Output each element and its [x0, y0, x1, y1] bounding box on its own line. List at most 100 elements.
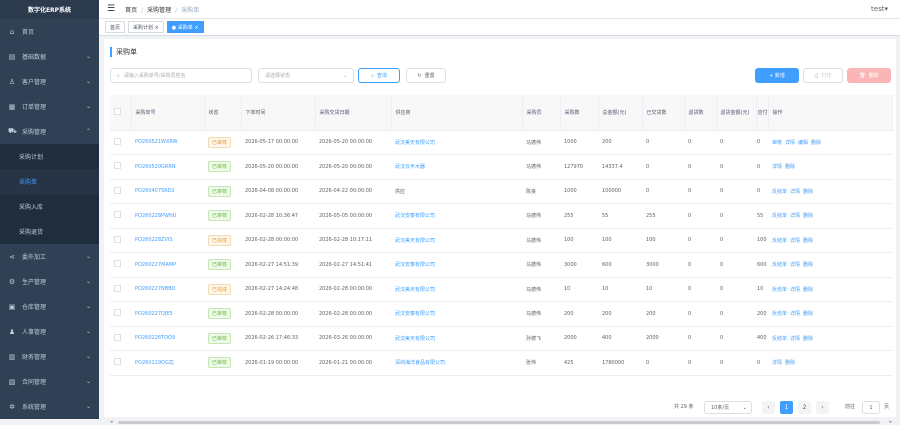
action-link[interactable]: 删除 [785, 164, 795, 170]
status-select[interactable]: 请选择状态 ⌄ [258, 68, 354, 83]
sidebar-item-money[interactable]: ▥ 财务管理 ⌄ [0, 344, 99, 369]
action-link[interactable]: 反结单 [772, 311, 787, 317]
prev-page-button[interactable]: ‹ [762, 401, 775, 414]
print-button[interactable]: ⎙ 打印 [803, 68, 843, 83]
action-link[interactable]: 删除 [785, 360, 795, 366]
sidebar-item-contract[interactable]: ▧ 合同管理 ⌄ [0, 369, 99, 394]
tag-home[interactable]: 首页 [105, 21, 126, 33]
horizontal-scrollbar[interactable]: ◂ ▸ [110, 419, 892, 425]
sidebar-item-database[interactable]: ▤ 基础数据 ⌄ [0, 44, 99, 69]
action-link[interactable]: 反结单 [772, 336, 787, 342]
action-link[interactable]: 详情 [790, 311, 800, 317]
sidebar-item-cart[interactable]: ⛟ 采购管理 ⌃ [0, 119, 99, 144]
row-checkbox[interactable] [110, 277, 131, 302]
sidebar-subitem-2[interactable]: 采购入库 [0, 194, 99, 219]
row-checkbox[interactable] [110, 350, 131, 376]
supplier-cell[interactable]: 武汉安泰有限公司 [391, 203, 522, 229]
action-link[interactable]: 反结单 [772, 238, 787, 244]
table-row[interactable]: PO260521WXRW 已审核 2026-05-17 00:00:00 2026-0… [110, 130, 892, 155]
search-input[interactable]: ⌕ 请输入采购单号/采购员姓名 [110, 68, 252, 83]
action-link[interactable]: 详情 [772, 360, 782, 366]
action-link[interactable]: 审核 [772, 140, 782, 146]
supplier-cell[interactable]: 武汉安泰有限公司 [391, 301, 522, 327]
supplier-cell[interactable]: 武汉美天有限公司 [391, 228, 522, 253]
action-link[interactable]: 详情 [790, 287, 800, 293]
table-row[interactable]: PO260227DJE5 已审核 2026-02-28 00:00:00 2026-0… [110, 301, 892, 327]
page-1-button[interactable]: 1 [780, 401, 793, 414]
select-all-checkbox[interactable] [110, 95, 132, 131]
sidebar-item-settings[interactable]: ✲ 系统管理 ⌄ [0, 394, 99, 419]
page-2-button[interactable]: 2 [798, 401, 811, 414]
breadcrumb-purchase[interactable]: 采购管理 [147, 7, 171, 14]
next-page-button[interactable]: › [816, 401, 829, 414]
order-no-link[interactable]: PO260119OGZJ [131, 350, 204, 376]
supplier-cell[interactable]: 武汉安泰有限公司 [391, 252, 522, 278]
action-link[interactable]: 反结单 [772, 213, 787, 219]
supplier-cell[interactable]: 武汉美天有限公司 [391, 277, 522, 302]
order-no-link[interactable]: PO260227NBBD [131, 277, 204, 302]
tag-purchase-plan[interactable]: 采购计划 × [128, 21, 164, 33]
table-row[interactable]: PO260119OGZJ 已审核 2026-01-19 00:00:00 2026-0… [110, 350, 892, 376]
sidebar-item-home[interactable]: ⌂ 首页 [0, 19, 99, 44]
order-no-link[interactable]: PO260228PWNU [131, 203, 204, 229]
table-row[interactable]: PO260228PWNU 已审核 2026-02-28 10:36:47 2026-0… [110, 203, 892, 229]
action-link[interactable]: 删除 [803, 262, 813, 268]
row-checkbox[interactable] [110, 252, 131, 278]
table-row[interactable]: PO260226TOO9 已审核 2026-02-26 17:46:33 2026-0… [110, 326, 892, 351]
goto-page-input[interactable]: 1 [862, 401, 880, 414]
table-row[interactable]: PO260227MAMP 已审核 2026-02-27 14:51:39 2026-0… [110, 252, 892, 278]
hamburger-icon[interactable]: ☰ [107, 4, 115, 14]
action-link[interactable]: 删除 [803, 189, 813, 195]
row-checkbox[interactable] [110, 154, 131, 180]
action-link[interactable]: 删除 [811, 140, 821, 146]
row-checkbox[interactable] [110, 326, 131, 351]
action-link[interactable]: 详情 [790, 262, 800, 268]
page-size-select[interactable]: 10条/页 ⌄ [704, 401, 752, 414]
action-link[interactable]: 详情 [790, 238, 800, 244]
order-no-link[interactable]: PO260521WXRW [131, 130, 204, 155]
tag-purchase-order[interactable]: ● 采购单 × [166, 21, 204, 33]
query-button[interactable]: ⌕ 查询 [358, 68, 400, 83]
action-link[interactable]: 编辑 [798, 140, 808, 146]
row-checkbox[interactable] [110, 228, 131, 253]
action-link[interactable]: 删除 [803, 287, 813, 293]
order-no-link[interactable]: PO260407SRD2 [131, 179, 204, 204]
table-row[interactable]: PO260520GRRN 已审核 2026-05-20 00:00:00 2026-0… [110, 154, 892, 180]
sidebar-subitem-1[interactable]: 采购单 [0, 169, 99, 194]
sidebar-item-user[interactable]: ♙ 客户管理 ⌄ [0, 69, 99, 94]
delete-button[interactable]: 🗑 删除 [847, 68, 891, 83]
sidebar-item-gear[interactable]: ⚙ 生产管理 ⌄ [0, 269, 99, 294]
action-link[interactable]: 删除 [803, 213, 813, 219]
sidebar-subitem-3[interactable]: 采购退货 [0, 219, 99, 244]
action-link[interactable]: 反结单 [772, 262, 787, 268]
breadcrumb-home[interactable]: 首页 [125, 7, 137, 14]
action-link[interactable]: 详情 [785, 140, 795, 146]
reset-button[interactable]: ↻ 重置 [406, 68, 446, 83]
action-link[interactable]: 详情 [790, 213, 800, 219]
row-checkbox[interactable] [110, 203, 131, 229]
user-menu[interactable]: test▾ [871, 5, 888, 13]
order-no-link[interactable]: PO260226TOO9 [131, 326, 204, 351]
sidebar-item-order[interactable]: ▦ 订单管理 ⌄ [0, 94, 99, 119]
row-checkbox[interactable] [110, 301, 131, 327]
add-button[interactable]: + 新增 [755, 68, 799, 83]
order-no-link[interactable]: PO260227MAMP [131, 252, 204, 278]
action-link[interactable]: 详情 [790, 336, 800, 342]
action-link[interactable]: 删除 [803, 238, 813, 244]
sidebar-subitem-0[interactable]: 采购计划 [0, 144, 99, 169]
action-link[interactable]: 反结单 [772, 287, 787, 293]
table-row[interactable]: PO260228ZVIS 已完成 2026-02-28 00:00:00 2026-0… [110, 228, 892, 253]
sidebar-item-person[interactable]: ♟ 人事管理 ⌄ [0, 319, 99, 344]
action-link[interactable]: 详情 [772, 164, 782, 170]
supplier-cell[interactable]: 武汉美天有限公司 [391, 326, 522, 351]
order-no-link[interactable]: PO260227DJE5 [131, 301, 204, 327]
sidebar-item-share[interactable]: ⋖ 委外加工 ⌄ [0, 244, 99, 269]
order-no-link[interactable]: PO260520GRRN [131, 154, 204, 180]
row-checkbox[interactable] [110, 179, 131, 204]
table-row[interactable]: PO260227NBBD 已完成 2026-02-27 14:24:48 2026-0… [110, 277, 892, 302]
supplier-cell[interactable]: 深圳海洋食品有限公司 [391, 350, 522, 376]
action-link[interactable]: 删除 [803, 311, 813, 317]
supplier-cell[interactable]: 武汉云丰木器 [391, 154, 522, 180]
order-no-link[interactable]: PO260228ZVIS [131, 228, 204, 253]
action-link[interactable]: 反结单 [772, 189, 787, 195]
